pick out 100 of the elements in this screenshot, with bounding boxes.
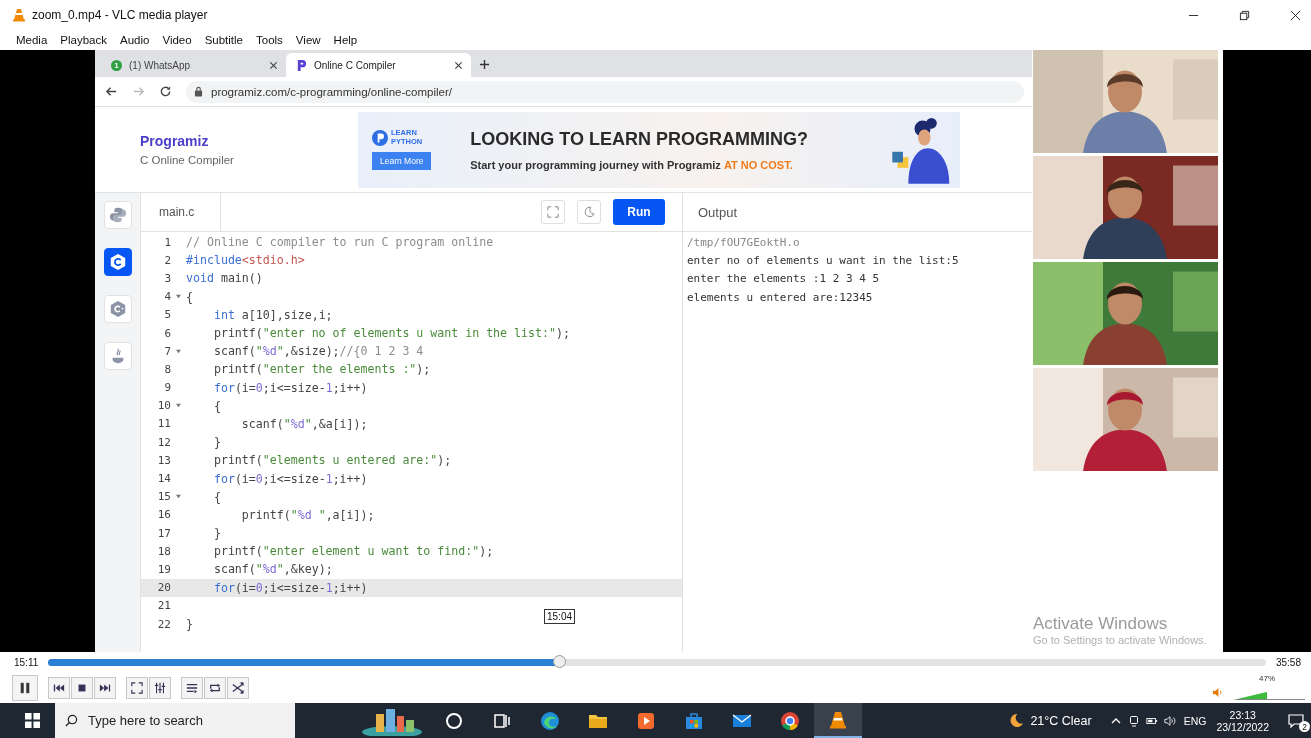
learn-more-button[interactable]: Learn More: [372, 151, 432, 170]
code-line: }: [212, 435, 221, 450]
code-line: printf("elements u entered are:");: [212, 453, 452, 468]
line-number: 16: [156, 508, 171, 522]
file-tab[interactable]: main.c: [141, 193, 221, 231]
code-line: for(i=0;i<=size-1;i++): [212, 380, 368, 395]
playlist-button[interactable]: [181, 676, 203, 699]
seek-tooltip: 15:04: [544, 609, 576, 624]
python-language-button[interactable]: [103, 201, 132, 229]
line-number: 18: [156, 544, 171, 558]
code-line: #include<stdio.h>: [186, 253, 305, 268]
line-number: 20: [156, 581, 171, 595]
line-number: 15: [156, 490, 171, 504]
code-line: for(i=0;i<=size-1;i++): [212, 471, 368, 486]
reload-icon[interactable]: [159, 85, 172, 98]
line-number: 22: [156, 617, 171, 631]
fold-caret-icon[interactable]: [176, 348, 181, 354]
fold-caret-icon[interactable]: [176, 494, 181, 500]
line-number: 7: [163, 344, 171, 358]
code-line: }: [212, 526, 221, 541]
search-icon: [65, 714, 78, 727]
meet-icon[interactable]: [1127, 714, 1140, 727]
speaker-icon[interactable]: [1163, 714, 1176, 727]
cortana-circle-icon[interactable]: [444, 710, 464, 731]
line-number: 3: [163, 271, 171, 285]
menu-item[interactable]: Help: [333, 34, 358, 46]
loop-button[interactable]: [204, 676, 226, 699]
browser-icon[interactable]: [780, 710, 800, 731]
notification-icon[interactable]: [1288, 712, 1304, 729]
line-number: 8: [163, 362, 171, 376]
ad-headline: LOOKING TO LEARN PROGRAMMING?: [470, 128, 809, 150]
search-field[interactable]: Type here to search: [55, 703, 295, 738]
code-line: printf("enter the elements :");: [212, 362, 431, 377]
fullscreen-button[interactable]: [126, 676, 148, 699]
address-bar[interactable]: programiz.com/c-programming/online-compiler/: [186, 80, 1024, 103]
menu-item[interactable]: Audio: [120, 34, 150, 46]
code-line: for(i=0;i<=size-1;i++): [212, 580, 368, 595]
previous-button[interactable]: [48, 676, 70, 699]
menu-item[interactable]: Playback: [60, 34, 107, 46]
traffic-cone-icon[interactable]: [828, 709, 848, 730]
media-player-icon[interactable]: [636, 710, 656, 731]
expand-icon: [547, 206, 559, 218]
lock-icon: [194, 86, 203, 97]
code-line: {: [212, 398, 221, 413]
clock[interactable]: 23:13 23/12/2022: [1216, 708, 1269, 733]
restore-icon[interactable]: [1239, 9, 1250, 21]
output-title: Output: [698, 204, 738, 220]
c-language-button[interactable]: [103, 248, 132, 276]
code-line: scanf("%d",&a[i]);: [240, 416, 368, 431]
fold-caret-icon[interactable]: [176, 294, 181, 300]
windows-start-icon[interactable]: [25, 713, 40, 728]
shuffle-button[interactable]: [227, 676, 249, 699]
cpp-language-button[interactable]: [103, 295, 132, 323]
menu-item[interactable]: View: [295, 34, 321, 46]
language-indicator[interactable]: ENG: [1183, 714, 1207, 727]
moon-icon[interactable]: [1009, 713, 1025, 728]
new-tab-icon[interactable]: [479, 59, 490, 70]
line-number: 4: [163, 290, 171, 304]
code-line: void main(): [186, 271, 263, 286]
close-icon[interactable]: [454, 60, 463, 70]
line-number: 1: [163, 235, 171, 249]
code-line: {: [212, 489, 221, 504]
code-line: printf("%d ",a[i]);: [240, 507, 375, 522]
stop-button[interactable]: [71, 676, 93, 699]
browser-tab[interactable]: 1 (1) WhatsApp: [101, 53, 286, 77]
browser-icon[interactable]: [540, 710, 560, 731]
close-icon[interactable]: [1290, 9, 1301, 21]
output-line: enter the elements :1 2 3 4 5: [687, 271, 881, 288]
menu-item[interactable]: Video: [162, 34, 192, 46]
loop-icon: [209, 681, 221, 694]
line-number: 14: [156, 472, 171, 486]
c-language-icon: [108, 253, 127, 271]
site-logo[interactable]: Programiz: [140, 133, 358, 149]
line-number: 5: [163, 308, 171, 322]
play-pause-button[interactable]: [12, 674, 38, 701]
code-line: {: [186, 289, 193, 304]
window-title: zoom_0.mp4 - VLC media player: [32, 8, 208, 22]
back-icon[interactable]: [105, 85, 118, 98]
total-time: 35:58: [1275, 656, 1301, 668]
store-icon[interactable]: [684, 710, 704, 731]
next-button[interactable]: [94, 676, 116, 699]
seek-handle[interactable]: [552, 654, 566, 668]
weather-text[interactable]: 21°C Clear: [1030, 713, 1092, 728]
output-line: /tmp/fOU7GEoktH.o: [687, 235, 801, 251]
line-number: 10: [156, 399, 171, 413]
run-button[interactable]: Run: [613, 199, 665, 225]
seek-bar[interactable]: [48, 658, 1266, 666]
equalizer-button[interactable]: [149, 676, 171, 699]
close-icon[interactable]: [269, 60, 278, 70]
activation-text: Go to Settings to activate Windows.: [1033, 634, 1208, 646]
browser-tab[interactable]: Online C Compiler: [286, 53, 471, 77]
code-line: // Online C compiler to run C program online: [186, 235, 494, 250]
output-line: enter no of elements u want in the list:5: [687, 253, 960, 270]
elapsed-time: 15:11: [14, 656, 39, 668]
menu-item[interactable]: Subtitle: [204, 34, 243, 46]
menu-item[interactable]: Tools: [256, 34, 283, 46]
java-language-button[interactable]: [103, 342, 132, 370]
fold-caret-icon[interactable]: [176, 403, 181, 409]
menu-item[interactable]: Media: [16, 34, 48, 46]
sliders-icon: [154, 681, 166, 694]
